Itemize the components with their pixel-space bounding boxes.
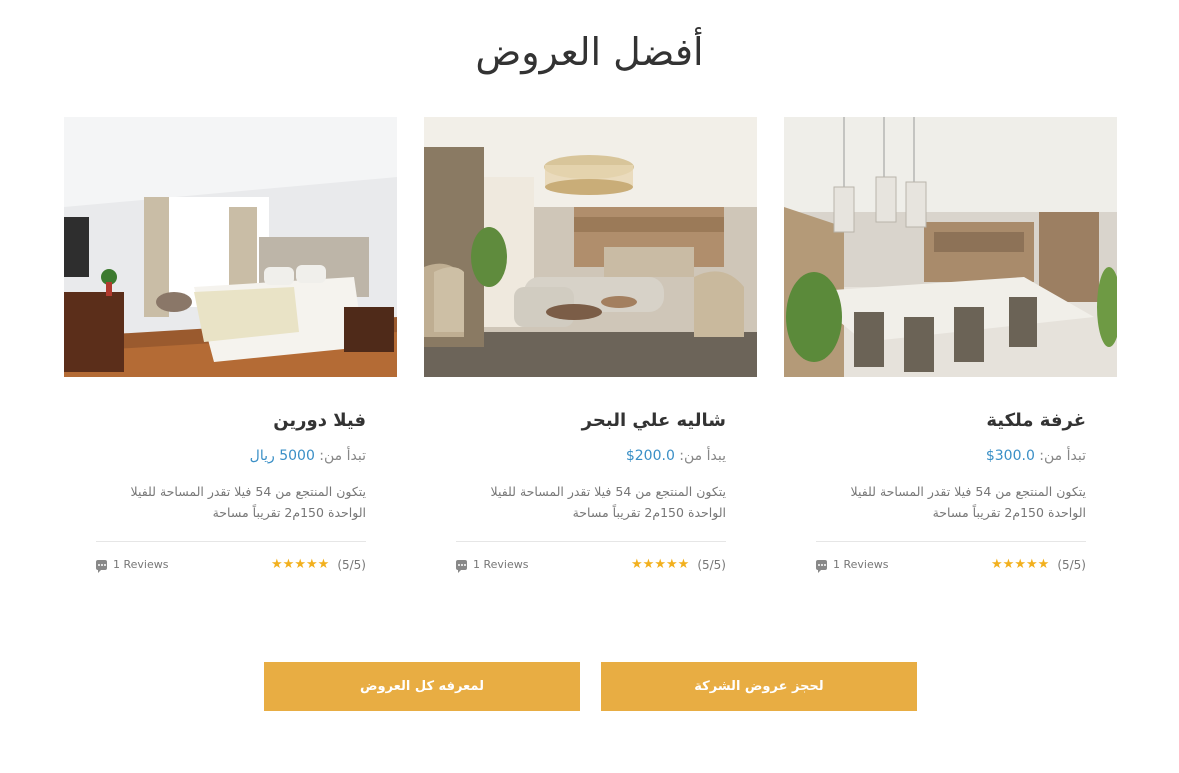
comment-icon xyxy=(456,559,467,573)
rating: ★★★★★ (5/5) xyxy=(991,557,1086,572)
book-company-offers-button[interactable]: لحجز عروض الشركة xyxy=(601,662,917,711)
reviews-link[interactable]: 1 Reviews xyxy=(816,558,889,573)
price-value: 300.0$ xyxy=(985,448,1035,464)
offer-price: تبدأ من: 5000 ريال xyxy=(96,445,366,467)
reviews-link[interactable]: 1 Reviews xyxy=(456,558,529,573)
offer-description: يتكون المنتجع من 54 فيلا تقدر المساحة لل… xyxy=(130,484,366,520)
divider xyxy=(96,541,366,542)
offer-title[interactable]: فيلا دورين xyxy=(96,407,366,435)
rating: ★★★★★ (5/5) xyxy=(631,557,726,572)
offer-meta: 1 Reviews ★★★★★ (5/5) xyxy=(96,556,366,586)
offer-card-sea-chalet[interactable]: شاليه علي البحر يبدأ من: 200.0$ يتكون ال… xyxy=(424,117,757,587)
offer-card-body: غرفة ملكية تبدأ من: 300.0$ يتكون المنتجع… xyxy=(816,377,1086,586)
offer-title[interactable]: غرفة ملكية xyxy=(816,407,1086,435)
reviews-count: 1 Reviews xyxy=(473,558,529,571)
bedroom-photo xyxy=(64,117,397,377)
living-room-photo xyxy=(424,117,757,377)
rating-value: (5/5) xyxy=(337,557,366,572)
star-rating-icon: ★★★★★ xyxy=(631,557,690,572)
comment-icon xyxy=(816,559,827,573)
offer-card-body: فيلا دورين تبدأ من: 5000 ريال يتكون المن… xyxy=(96,377,366,586)
rating-value: (5/5) xyxy=(1057,557,1086,572)
offer-image-bedroom[interactable] xyxy=(64,117,397,377)
offer-title[interactable]: شاليه علي البحر xyxy=(456,407,726,435)
offer-meta: 1 Reviews ★★★★★ (5/5) xyxy=(456,556,726,586)
price-label: يبدأ من: xyxy=(674,448,726,464)
reviews-count: 1 Reviews xyxy=(113,558,169,571)
offer-image-living-room[interactable] xyxy=(424,117,757,377)
rating: ★★★★★ (5/5) xyxy=(271,557,366,572)
offer-card-body: شاليه علي البحر يبدأ من: 200.0$ يتكون ال… xyxy=(456,377,726,586)
rating-value: (5/5) xyxy=(697,557,726,572)
offer-price: يبدأ من: 200.0$ xyxy=(456,445,726,467)
offer-description: يتكون المنتجع من 54 فيلا تقدر المساحة لل… xyxy=(850,484,1086,520)
star-rating-icon: ★★★★★ xyxy=(271,557,330,572)
divider xyxy=(456,541,726,542)
offer-card-villa[interactable]: فيلا دورين تبدأ من: 5000 ريال يتكون المن… xyxy=(64,117,397,587)
price-label: تبدأ من: xyxy=(314,448,366,464)
price-value: 200.0$ xyxy=(625,448,675,464)
view-all-offers-button[interactable]: لمعرفه كل العروض xyxy=(264,662,580,711)
reviews-link[interactable]: 1 Reviews xyxy=(96,558,169,573)
comment-icon xyxy=(96,559,107,573)
price-value: 5000 ريال xyxy=(249,448,315,464)
offer-card-royal-room[interactable]: غرفة ملكية تبدأ من: 300.0$ يتكون المنتجع… xyxy=(784,117,1117,587)
price-label: تبدأ من: xyxy=(1034,448,1086,464)
offer-image-dining-room[interactable] xyxy=(784,117,1117,377)
section-title: أفضل العروض xyxy=(475,30,704,74)
offer-meta: 1 Reviews ★★★★★ (5/5) xyxy=(816,556,1086,586)
star-rating-icon: ★★★★★ xyxy=(991,557,1050,572)
divider xyxy=(816,541,1086,542)
reviews-count: 1 Reviews xyxy=(833,558,889,571)
dining-room-photo xyxy=(784,117,1117,377)
offer-description: يتكون المنتجع من 54 فيلا تقدر المساحة لل… xyxy=(490,484,726,520)
offer-price: تبدأ من: 300.0$ xyxy=(816,445,1086,467)
